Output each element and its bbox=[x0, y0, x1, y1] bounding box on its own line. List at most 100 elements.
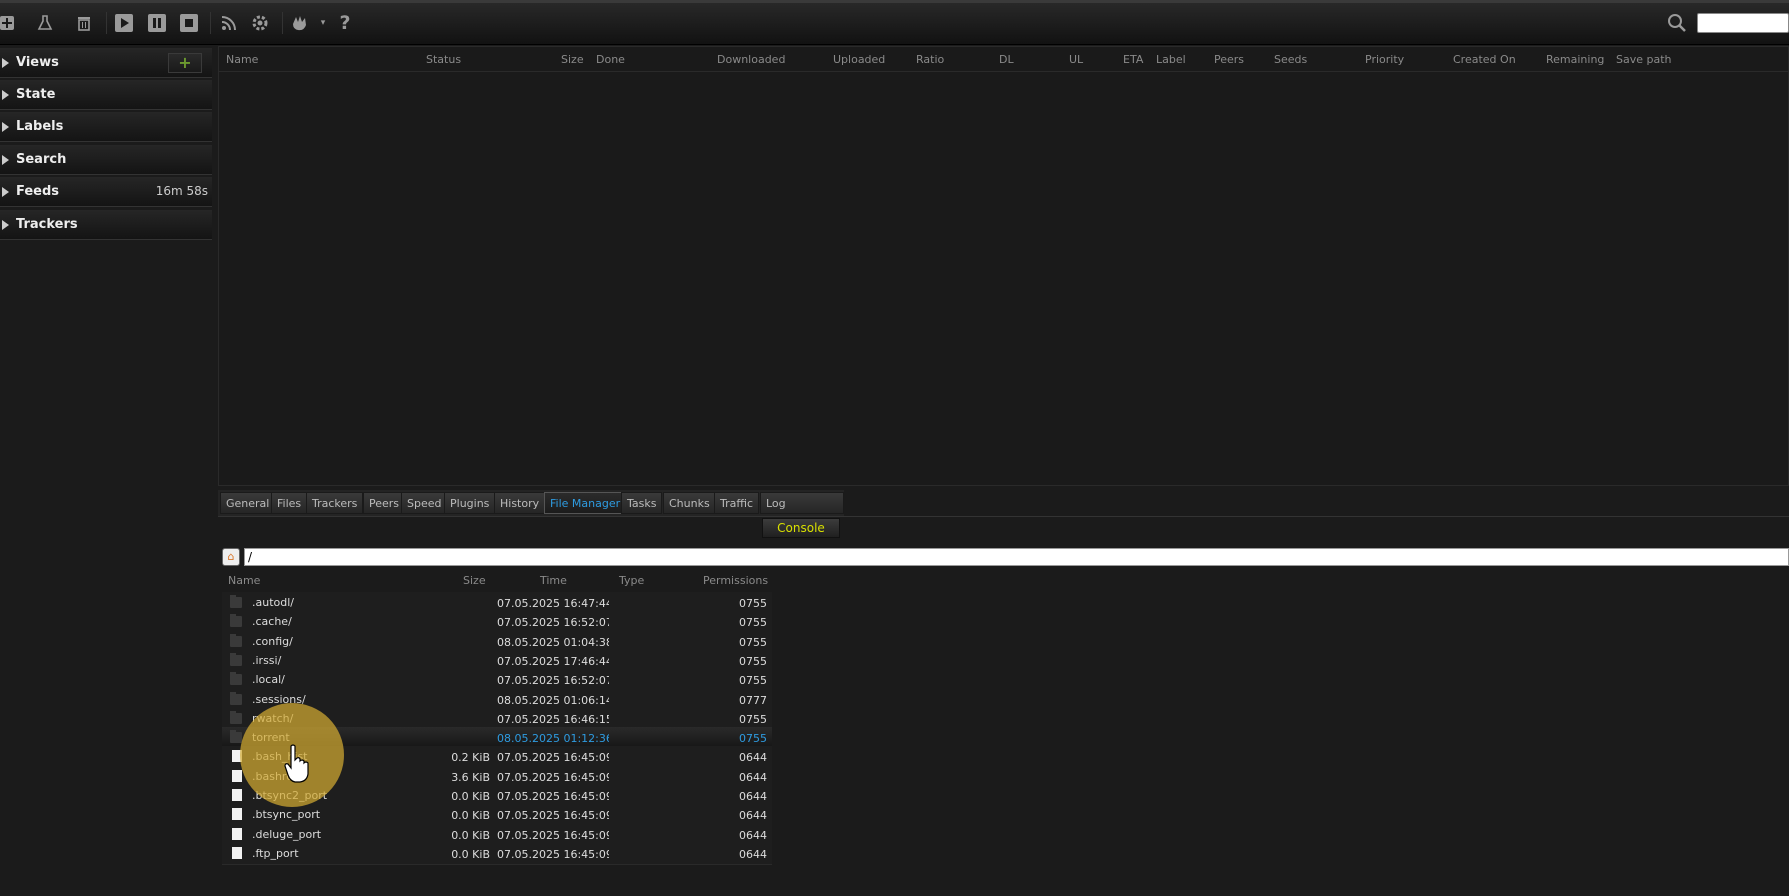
fm-column-permissions[interactable]: Permissions bbox=[703, 574, 768, 587]
file-permissions: 0755 bbox=[739, 635, 767, 649]
path-bar: ⌂ / bbox=[222, 548, 1789, 566]
category-label: Search bbox=[16, 152, 67, 167]
folder-icon bbox=[230, 614, 242, 628]
file-time: 07.05.2025 16:52:07 bbox=[497, 616, 609, 630]
file-icon bbox=[232, 846, 242, 859]
column-header-remaining[interactable]: Remaining bbox=[1546, 53, 1604, 66]
expand-arrow-icon bbox=[2, 122, 9, 132]
column-header-priority[interactable]: Priority bbox=[1365, 53, 1404, 66]
column-header-dl[interactable]: DL bbox=[999, 53, 1014, 66]
sidebar-category-views[interactable]: Views + bbox=[0, 48, 212, 78]
tab-speed[interactable]: Speed bbox=[401, 492, 448, 514]
file-icon bbox=[232, 769, 242, 782]
tab-file-manager[interactable]: File Manager bbox=[544, 492, 627, 514]
file-time: 07.05.2025 16:45:09 bbox=[497, 751, 609, 765]
home-icon[interactable]: ⌂ bbox=[222, 548, 240, 566]
settings-icon[interactable] bbox=[249, 12, 271, 34]
sidebar-category-trackers[interactable]: Trackers bbox=[0, 210, 212, 240]
chevron-down-icon[interactable]: ▾ bbox=[312, 12, 334, 34]
start-icon[interactable] bbox=[113, 12, 135, 34]
fm-column-name[interactable]: Name bbox=[228, 574, 260, 587]
expand-arrow-icon bbox=[2, 220, 9, 230]
search-input[interactable] bbox=[1697, 13, 1789, 33]
toolbar-separator bbox=[282, 12, 283, 34]
column-header-downloaded[interactable]: Downloaded bbox=[717, 53, 785, 66]
tab-trackers[interactable]: Trackers bbox=[306, 492, 364, 514]
add-view-button[interactable]: + bbox=[168, 53, 202, 73]
column-header-name[interactable]: Name bbox=[226, 53, 258, 66]
file-row[interactable]: .ftp_port 0.0 KiB 07.05.2025 16:45:09 0644 bbox=[222, 842, 772, 865]
column-header-created-on[interactable]: Created On bbox=[1453, 53, 1516, 66]
tab-log[interactable]: Log bbox=[760, 492, 844, 514]
sidebar-category-state[interactable]: State bbox=[0, 80, 212, 110]
fm-column-size[interactable]: Size bbox=[463, 574, 486, 587]
file-permissions: 0644 bbox=[739, 770, 767, 784]
plugins-icon[interactable] bbox=[289, 12, 311, 34]
tab-history[interactable]: History bbox=[494, 492, 546, 514]
file-size: 0.0 KiB bbox=[451, 809, 490, 823]
create-torrent-icon[interactable] bbox=[34, 12, 56, 34]
column-header-eta[interactable]: ETA bbox=[1123, 53, 1143, 66]
file-permissions: 0755 bbox=[739, 597, 767, 610]
stop-icon[interactable] bbox=[178, 12, 200, 34]
folder-icon bbox=[230, 672, 242, 686]
file-name: .deluge_port bbox=[252, 827, 322, 841]
column-header-done[interactable]: Done bbox=[596, 53, 625, 66]
category-label: Labels bbox=[16, 119, 64, 134]
file-name: .cache/ bbox=[252, 615, 292, 629]
sidebar: Views + State Labels Search Feeds 16m 58… bbox=[0, 45, 212, 896]
pause-icon[interactable] bbox=[146, 12, 168, 34]
remove-icon[interactable] bbox=[73, 12, 95, 34]
fm-column-type[interactable]: Type bbox=[619, 574, 644, 587]
sidebar-category-search[interactable]: Search bbox=[0, 145, 212, 175]
toolbar: ▾ ? bbox=[0, 0, 1789, 45]
toolbar-separator bbox=[210, 12, 211, 34]
file-time: 08.05.2025 01:12:36 bbox=[497, 732, 609, 746]
file-permissions: 0644 bbox=[739, 847, 767, 861]
column-header-peers[interactable]: Peers bbox=[1214, 53, 1244, 66]
tab-traffic[interactable]: Traffic bbox=[714, 492, 760, 514]
tab-tasks[interactable]: Tasks bbox=[621, 492, 663, 514]
rss-icon[interactable] bbox=[218, 12, 240, 34]
console-button[interactable]: Console bbox=[762, 518, 840, 538]
expand-arrow-icon bbox=[2, 187, 9, 197]
column-header-label[interactable]: Label bbox=[1156, 53, 1186, 66]
tab-peers[interactable]: Peers bbox=[363, 492, 406, 514]
file-icon bbox=[232, 827, 242, 840]
column-header-save-path[interactable]: Save path bbox=[1616, 53, 1672, 66]
file-permissions: 0755 bbox=[739, 654, 767, 668]
add-torrent-icon[interactable] bbox=[0, 12, 18, 34]
file-name: .irssi/ bbox=[252, 653, 282, 667]
sidebar-category-feeds[interactable]: Feeds 16m 58s bbox=[0, 177, 212, 207]
torrent-list-header: Name Status Size Done Downloaded Uploade… bbox=[219, 47, 1788, 72]
help-icon[interactable]: ? bbox=[334, 12, 356, 34]
column-header-ul[interactable]: UL bbox=[1069, 53, 1083, 66]
toolbar-top-line bbox=[0, 0, 1789, 3]
file-permissions: 0755 bbox=[739, 674, 767, 688]
search-icon[interactable] bbox=[1666, 12, 1688, 34]
tab-chunks[interactable]: Chunks bbox=[663, 492, 716, 514]
file-size: 0.0 KiB bbox=[451, 847, 490, 861]
expand-arrow-icon bbox=[2, 155, 9, 165]
column-header-uploaded[interactable]: Uploaded bbox=[833, 53, 885, 66]
category-label: Trackers bbox=[16, 217, 78, 232]
tab-bar-divider bbox=[218, 516, 1789, 517]
file-time: 07.05.2025 16:45:09 bbox=[497, 770, 609, 784]
column-header-seeds[interactable]: Seeds bbox=[1274, 53, 1307, 66]
file-name: .autodl/ bbox=[252, 596, 294, 609]
file-time: 07.05.2025 16:47:44 bbox=[497, 597, 609, 610]
column-header-status[interactable]: Status bbox=[426, 53, 461, 66]
tab-plugins[interactable]: Plugins bbox=[444, 492, 496, 514]
path-input[interactable]: / bbox=[244, 548, 1789, 566]
file-permissions: 0755 bbox=[739, 616, 767, 630]
column-header-size[interactable]: Size bbox=[561, 53, 584, 66]
expand-arrow-icon bbox=[2, 90, 9, 100]
file-name: .btsync_port bbox=[252, 808, 321, 822]
folder-icon bbox=[230, 595, 242, 608]
column-header-ratio[interactable]: Ratio bbox=[916, 53, 944, 66]
sidebar-category-labels[interactable]: Labels bbox=[0, 112, 212, 142]
tab-files[interactable]: Files bbox=[271, 492, 308, 514]
fm-column-time[interactable]: Time bbox=[540, 574, 567, 587]
file-time: 08.05.2025 01:06:14 bbox=[497, 693, 609, 707]
tab-general[interactable]: General bbox=[220, 492, 276, 514]
